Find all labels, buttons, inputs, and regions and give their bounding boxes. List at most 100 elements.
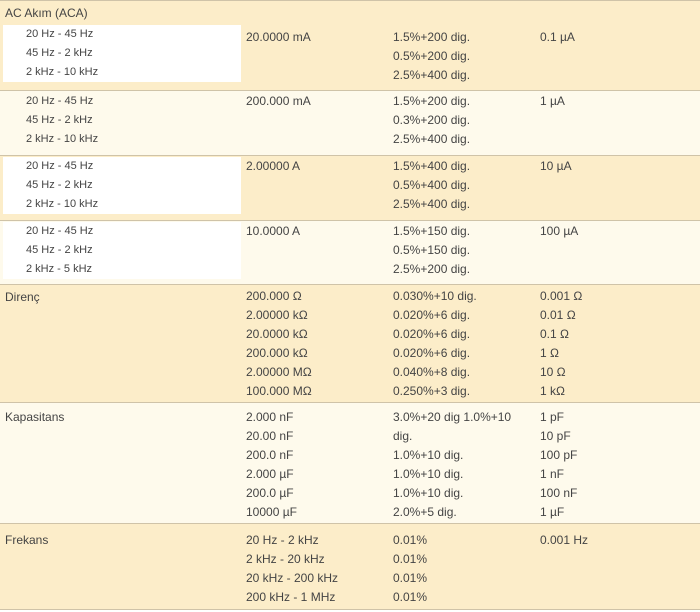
frequency-list: 20 Hz - 45 Hz 45 Hz - 2 kHz 2 kHz - 10 k…	[3, 92, 241, 149]
resolution-value: 1 µA	[540, 94, 565, 108]
range-value: 20 kHz - 200 kHz	[246, 571, 339, 585]
range-cell: 200.000 mA	[246, 92, 386, 111]
accuracy-cell: 1.5%+150 dig. 0.5%+150 dig. 2.5%+200 dig…	[393, 222, 533, 279]
accuracy-value: 2.5%+200 dig.	[393, 262, 471, 276]
frequency-band: 45 Hz - 2 kHz	[26, 47, 93, 59]
accuracy-cell: 0.01% 0.01% 0.01% 0.01%	[393, 531, 533, 607]
accuracy-cell: 3.0%+20 dig 1.0%+10 dig. 1.0%+10 dig. 1.…	[393, 408, 533, 522]
resolution-value: 10 Ω	[540, 365, 566, 379]
resolution-value: 1 pF	[540, 410, 565, 424]
frequency-list: 20 Hz - 45 Hz 45 Hz - 2 kHz 2 kHz - 10 k…	[3, 25, 241, 82]
range-value: 20 Hz - 2 kHz	[246, 533, 319, 547]
accuracy-value: 1.0%+10 dig.	[393, 448, 464, 462]
resolution-cell: 100 µA	[540, 222, 690, 241]
accuracy-value: 2.0%+5 dig.	[393, 505, 457, 519]
accuracy-value: 2.5%+400 dig.	[393, 197, 471, 211]
range-cell: 2.00000 A	[246, 157, 386, 176]
table-row: Kapasitans 2.000 nF 20.00 nF 200.0 nF 2.…	[0, 403, 700, 524]
resolution-value: 0.001 Hz	[540, 533, 589, 547]
accuracy-value: 0.01%	[393, 533, 428, 547]
range-value: 20.0000 kΩ	[246, 327, 308, 341]
accuracy-value: 0.3%+200 dig.	[393, 113, 471, 127]
range-value: 200.000 mA	[246, 94, 311, 108]
range-value: 2 kHz - 20 kHz	[246, 552, 325, 566]
section-title-capacitance: Kapasitans	[5, 410, 65, 424]
resolution-value: 100 µA	[540, 224, 579, 238]
table-row: 20 Hz - 45 Hz 45 Hz - 2 kHz 2 kHz - 10 k…	[0, 156, 700, 221]
accuracy-value: 1.5%+400 dig.	[393, 159, 471, 173]
accuracy-value: 1.5%+200 dig.	[393, 94, 471, 108]
frequency-band: 20 Hz - 45 Hz	[26, 160, 94, 172]
accuracy-value: dig.	[393, 429, 413, 443]
range-value: 2.000 nF	[246, 410, 294, 424]
resolution-value: 100 pF	[540, 448, 578, 462]
range-value: 200 kHz - 1 MHz	[246, 590, 336, 604]
table-row: 20 Hz - 45 Hz 45 Hz - 2 kHz 2 kHz - 10 k…	[0, 91, 700, 156]
resolution-value: 1 µF	[540, 505, 565, 519]
table-row: Frekans 20 Hz - 2 kHz 2 kHz - 20 kHz 20 …	[0, 524, 700, 610]
accuracy-value: 0.5%+200 dig.	[393, 49, 471, 63]
resolution-cell: 0.001 Hz	[540, 531, 690, 550]
table-row: 20 Hz - 45 Hz 45 Hz - 2 kHz 2 kHz - 5 kH…	[0, 221, 700, 285]
frequency-band: 2 kHz - 10 kHz	[26, 66, 99, 78]
accuracy-value: 0.020%+6 dig.	[393, 327, 471, 341]
range-cell: 2.000 nF 20.00 nF 200.0 nF 2.000 µF 200.…	[246, 408, 386, 522]
accuracy-value: 1.0%+10 dig.	[393, 467, 464, 481]
accuracy-cell: 1.5%+200 dig. 0.5%+200 dig. 2.5%+400 dig…	[393, 28, 533, 85]
section-title-resistance: Direnç	[5, 290, 40, 304]
accuracy-value: 0.040%+8 dig.	[393, 365, 471, 379]
range-cell: 10.0000 A	[246, 222, 386, 241]
accuracy-value: 1.5%+150 dig.	[393, 224, 471, 238]
frequency-band: 2 kHz - 10 kHz	[26, 133, 99, 145]
range-value: 2.00000 A	[246, 159, 301, 173]
range-value: 20.00 nF	[246, 429, 294, 443]
range-value: 20.0000 mA	[246, 30, 311, 44]
resolution-value: 10 µA	[540, 159, 572, 173]
range-value: 200.0 nF	[246, 448, 294, 462]
range-value: 2.00000 kΩ	[246, 308, 308, 322]
accuracy-value: 1.5%+200 dig.	[393, 30, 471, 44]
resolution-value: 1 nF	[540, 467, 565, 481]
accuracy-value: 2.5%+400 dig.	[393, 68, 471, 82]
range-value: 100.000 MΩ	[246, 384, 312, 398]
accuracy-value: 0.5%+150 dig.	[393, 243, 471, 257]
resolution-value: 100 nF	[540, 486, 578, 500]
frequency-band: 45 Hz - 2 kHz	[26, 114, 93, 126]
range-cell: 20.0000 mA	[246, 28, 386, 47]
resolution-cell: 0.1 µA	[540, 28, 690, 47]
resolution-value: 10 pF	[540, 429, 571, 443]
range-value: 200.000 Ω	[246, 289, 302, 303]
accuracy-value: 0.030%+10 dig.	[393, 289, 477, 303]
frequency-band: 45 Hz - 2 kHz	[26, 179, 93, 191]
accuracy-cell: 1.5%+200 dig. 0.3%+200 dig. 2.5%+400 dig…	[393, 92, 533, 149]
resolution-value: 0.1 Ω	[540, 327, 569, 341]
resolution-value: 0.01 Ω	[540, 308, 576, 322]
accuracy-value: 2.5%+400 dig.	[393, 132, 471, 146]
frequency-band: 2 kHz - 10 kHz	[26, 198, 99, 210]
range-value: 200.000 kΩ	[246, 346, 308, 360]
section-title-frequency: Frekans	[5, 533, 49, 547]
range-value: 10000 µF	[246, 505, 297, 519]
frequency-band: 20 Hz - 45 Hz	[26, 95, 94, 107]
resolution-value: 1 Ω	[540, 346, 559, 360]
resolution-value: 0.1 µA	[540, 30, 575, 44]
range-value: 10.0000 A	[246, 224, 301, 238]
section-title-aca: AC Akım (ACA)	[5, 6, 88, 20]
range-value: 2.00000 MΩ	[246, 365, 312, 379]
frequency-band: 20 Hz - 45 Hz	[26, 225, 94, 237]
accuracy-cell: 0.030%+10 dig. 0.020%+6 dig. 0.020%+6 di…	[393, 287, 533, 401]
resolution-value: 0.001 Ω	[540, 289, 583, 303]
range-cell: 200.000 Ω 2.00000 kΩ 20.0000 kΩ 200.000 …	[246, 287, 386, 401]
resolution-cell: 0.001 Ω 0.01 Ω 0.1 Ω 1 Ω 10 Ω 1 kΩ	[540, 287, 690, 401]
spec-table: AC Akım (ACA) 20 Hz - 45 Hz 45 Hz - 2 kH…	[0, 0, 700, 610]
accuracy-value: 3.0%+20 dig 1.0%+10	[393, 410, 512, 424]
range-value: 200.0 µF	[246, 486, 294, 500]
resolution-cell: 1 µA	[540, 92, 690, 111]
accuracy-value: 0.020%+6 dig.	[393, 346, 471, 360]
accuracy-value: 0.01%	[393, 571, 428, 585]
resolution-cell: 1 pF 10 pF 100 pF 1 nF 100 nF 1 µF	[540, 408, 690, 522]
frequency-list: 20 Hz - 45 Hz 45 Hz - 2 kHz 2 kHz - 10 k…	[3, 157, 241, 214]
accuracy-value: 1.0%+10 dig.	[393, 486, 464, 500]
accuracy-value: 0.250%+3 dig.	[393, 384, 471, 398]
frequency-band: 20 Hz - 45 Hz	[26, 28, 94, 40]
